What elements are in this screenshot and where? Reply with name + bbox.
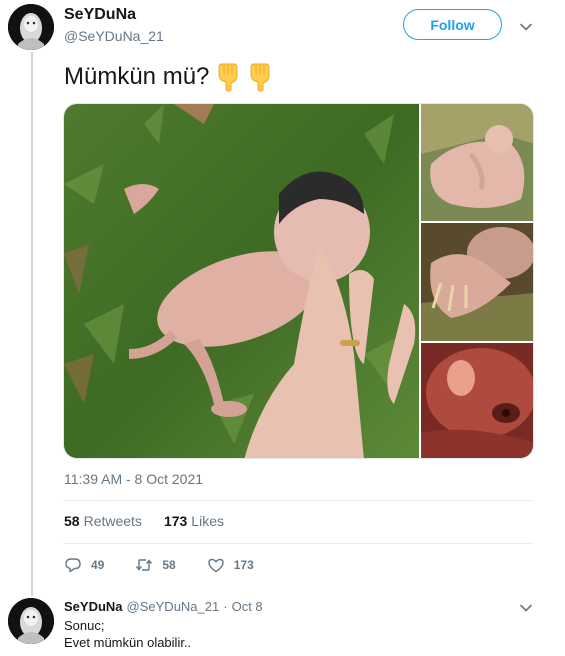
likes-count[interactable]: 173 <box>164 513 187 529</box>
retweet-button[interactable]: 58 <box>135 556 176 574</box>
chevron-down-icon[interactable] <box>518 600 534 616</box>
heart-icon <box>208 558 224 573</box>
thread-connector-line <box>31 52 33 596</box>
like-count: 173 <box>233 558 254 572</box>
author-handle[interactable]: @SeYDuNa_21 <box>64 28 164 44</box>
author-avatar[interactable] <box>8 4 54 50</box>
likes-label[interactable]: Likes <box>191 513 224 529</box>
author-display-name[interactable]: SeYDuNa <box>64 6 136 24</box>
reply-display-name[interactable]: SeYDuNa <box>64 599 123 614</box>
tweet-stats: 58 Retweets 173 Likes <box>64 513 224 529</box>
divider <box>63 500 534 501</box>
tweet-timestamp[interactable]: 11:39 AM - 8 Oct 2021 <box>64 471 203 487</box>
retweets-label[interactable]: Retweets <box>84 513 142 529</box>
reply-count: 49 <box>91 558 105 572</box>
media-grid <box>63 103 534 459</box>
tweet-photo-2[interactable] <box>421 104 533 221</box>
reply-separator: · <box>223 599 228 614</box>
divider <box>63 543 534 544</box>
stats-spacer <box>146 513 160 529</box>
retweet-icon <box>136 559 153 571</box>
retweet-count: 58 <box>162 558 176 572</box>
tweet-text: Mümkün mü? <box>64 62 273 92</box>
like-button[interactable]: 173 <box>207 556 254 574</box>
tweet-actions: 49 58 173 <box>64 556 285 574</box>
tweet-photo-main[interactable] <box>64 104 419 458</box>
reply-text: Sonuc; Evet mümkün olabilir.. <box>64 617 191 651</box>
reply-author-avatar[interactable] <box>8 598 54 644</box>
reply-text-line: Evet mümkün olabilir.. <box>64 635 192 650</box>
follow-button[interactable]: Follow <box>403 9 502 40</box>
tweet-text-content: Mümkün mü? <box>64 63 210 90</box>
reply-button[interactable]: 49 <box>64 556 104 574</box>
reply-handle[interactable]: @SeYDuNa_21 <box>127 599 220 614</box>
reply-text-line: Sonuc; <box>64 618 105 633</box>
reply-header: SeYDuNa @SeYDuNa_21 · Oct 8 <box>64 599 263 614</box>
chevron-down-icon[interactable] <box>518 19 534 35</box>
reply-icon <box>65 558 81 573</box>
retweets-count[interactable]: 58 <box>64 513 80 529</box>
tweet-photo-4[interactable] <box>421 343 533 458</box>
tweet-photo-3[interactable] <box>421 223 533 341</box>
pointing-down-hand-icon <box>215 62 241 92</box>
pointing-down-hand-icon <box>247 62 273 92</box>
reply-date[interactable]: Oct 8 <box>232 599 263 614</box>
